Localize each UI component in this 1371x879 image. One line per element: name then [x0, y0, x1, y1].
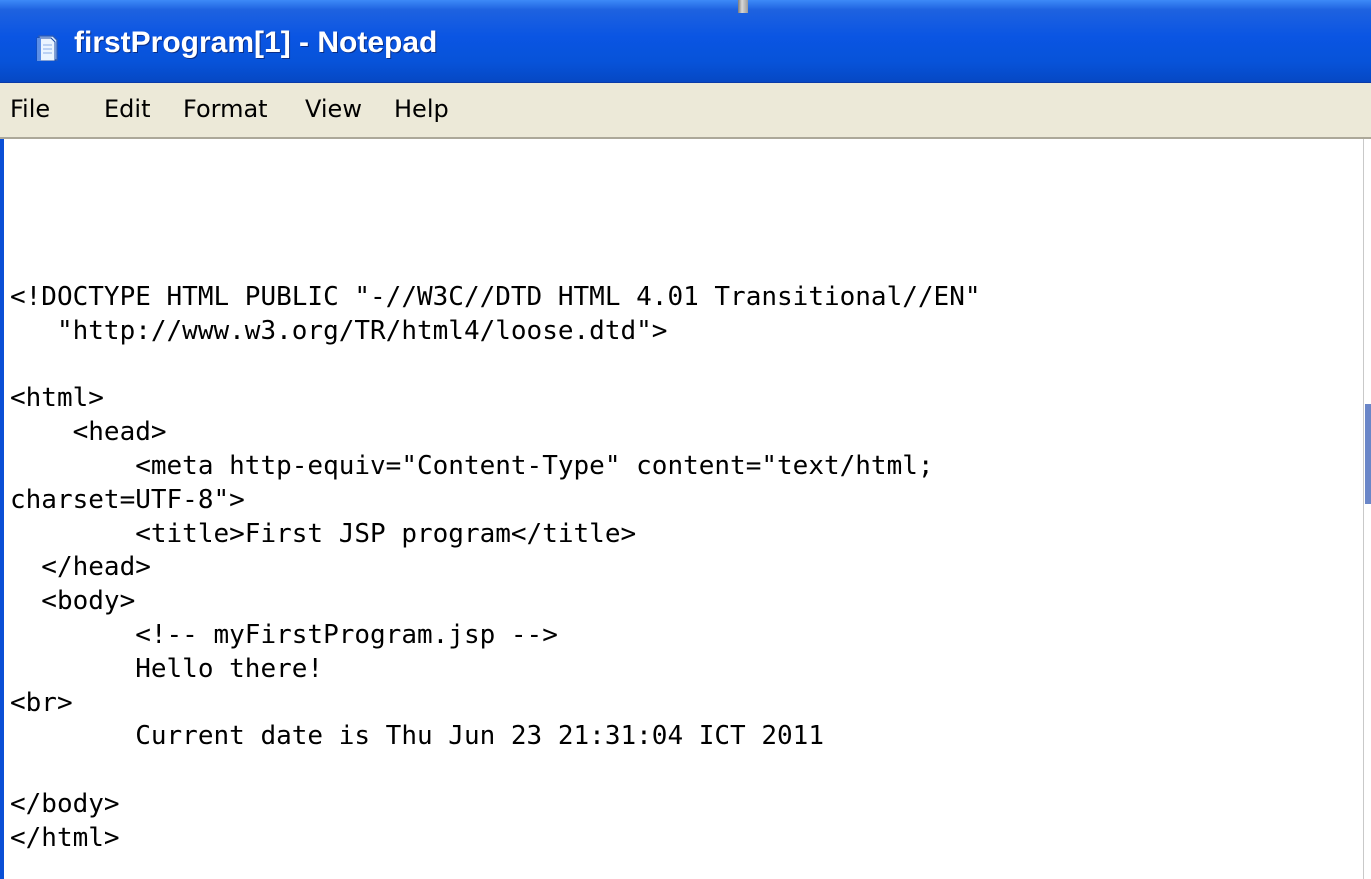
editor-line: <meta http-equiv="Content-Type" content=…: [10, 450, 934, 481]
editor-line: "http://www.w3.org/TR/html4/loose.dtd">: [10, 315, 668, 346]
menu-help[interactable]: Help: [394, 95, 449, 123]
notepad-icon[interactable]: [36, 35, 58, 62]
editor-line: Hello there!: [10, 653, 324, 684]
editor-line: <br>: [10, 687, 73, 718]
editor-line: charset=UTF-8">: [10, 484, 245, 515]
menu-bar: File Edit Format View Help: [0, 83, 1371, 139]
menu-edit[interactable]: Edit: [104, 95, 150, 123]
menu-file[interactable]: File: [10, 95, 50, 123]
editor-line: Current date is Thu Jun 23 21:31:04 ICT …: [10, 721, 824, 752]
editor-line: </html>: [10, 822, 120, 853]
window-title: firstProgram[1] - Notepad: [74, 26, 438, 59]
editor-line: <title>First JSP program</title>: [10, 518, 637, 549]
editor-line: <!DOCTYPE HTML PUBLIC "-//W3C//DTD HTML …: [10, 282, 981, 312]
title-bar[interactable]: firstProgram[1] - Notepad: [0, 0, 1371, 83]
editor-line: </head>: [10, 552, 151, 583]
menu-format[interactable]: Format: [183, 95, 268, 123]
notepad-window: firstProgram[1] - Notepad File Edit Form…: [0, 0, 1371, 879]
menu-view[interactable]: View: [305, 95, 362, 123]
editor-line: <body>: [10, 586, 136, 617]
text-editor-area[interactable]: <!DOCTYPE HTML PUBLIC "-//W3C//DTD HTML …: [6, 141, 1362, 879]
editor-line: <!-- myFirstProgram.jsp -->: [10, 619, 558, 650]
window-left-border: [0, 139, 4, 879]
editor-line: <html>: [10, 383, 104, 414]
vertical-scrollbar[interactable]: [1363, 139, 1371, 879]
window-edge: [738, 0, 748, 13]
editor-line: <head>: [10, 417, 167, 448]
editor-text[interactable]: <!DOCTYPE HTML PUBLIC "-//W3C//DTD HTML …: [10, 281, 981, 856]
editor-line: </body>: [10, 788, 120, 819]
scrollbar-thumb[interactable]: [1365, 404, 1371, 504]
